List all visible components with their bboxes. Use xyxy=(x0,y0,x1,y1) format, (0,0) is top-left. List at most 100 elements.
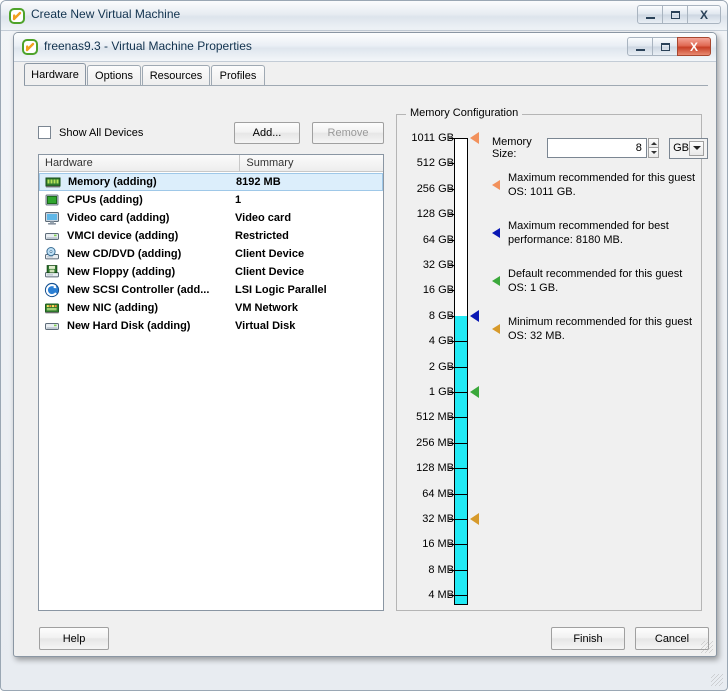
content-area: Show All Devices Add... Remove Hardware … xyxy=(24,86,708,619)
spinner-up-button[interactable] xyxy=(647,138,660,148)
floppy-drive-icon xyxy=(44,264,60,280)
hardware-device-summary: 8192 MB xyxy=(236,176,281,188)
tab-options[interactable]: Options xyxy=(87,65,141,85)
inner-window-title: freenas9.3 - Virtual Machine Properties xyxy=(44,39,252,53)
scale-tick xyxy=(449,239,455,241)
hardware-device-summary: Client Device xyxy=(235,248,305,260)
inner-close-button[interactable]: X xyxy=(677,37,711,56)
table-row[interactable]: New NIC (adding) VM Network xyxy=(39,299,383,317)
cancel-button[interactable]: Cancel xyxy=(635,627,709,650)
tab-profiles[interactable]: Profiles xyxy=(211,65,265,85)
memory-size-input[interactable] xyxy=(546,138,647,158)
outer-resize-grip[interactable] xyxy=(711,674,723,686)
table-row[interactable]: CPUs (adding) 1 xyxy=(39,191,383,209)
table-row[interactable]: New Floppy (adding) Client Device xyxy=(39,263,383,281)
create-new-virtual-machine-window: Create New Virtual Machine X freenas9.3 … xyxy=(0,0,728,691)
outer-close-button[interactable]: X xyxy=(687,5,721,24)
tab-hardware[interactable]: Hardware xyxy=(24,63,86,85)
recommendation-row: Maximum recommended for this guest OS: 1… xyxy=(492,171,698,199)
hardware-device-name: CPUs (adding) xyxy=(67,194,143,206)
table-row[interactable]: VMCI device (adding) Restricted xyxy=(39,227,383,245)
close-icon: X xyxy=(699,7,708,22)
tab-label: Hardware xyxy=(31,68,79,81)
hardware-device-summary: Virtual Disk xyxy=(235,320,296,332)
scale-gridline xyxy=(455,417,467,419)
tab-label: Options xyxy=(95,69,133,82)
hardware-list-rows: Memory (adding) 8192 MB CPUs (adding) 1 Vide… xyxy=(39,173,383,335)
memory-size-row: Memory Size: GB xyxy=(492,136,708,160)
spinner-down-button[interactable] xyxy=(647,148,660,158)
hard-disk-icon xyxy=(44,318,60,334)
scale-tick-label: 1011 GB xyxy=(411,132,454,144)
help-button[interactable]: Help xyxy=(39,627,109,650)
default-recommended-marker[interactable] xyxy=(470,386,479,398)
outer-minimize-button[interactable] xyxy=(637,5,663,24)
outer-maximize-button[interactable] xyxy=(662,5,688,24)
memory-scale[interactable]: 1011 GB 512 GB 256 GB 128 GB 64 GB 32 GB 16 GB… xyxy=(396,126,492,606)
show-all-devices-checkbox[interactable] xyxy=(38,126,51,139)
hardware-device-summary: Client Device xyxy=(235,266,305,278)
table-row[interactable]: New SCSI Controller (add... LSI Logic Par… xyxy=(39,281,383,299)
remove-button: Remove xyxy=(312,122,384,144)
scale-gridline xyxy=(455,493,467,495)
inner-minimize-button[interactable] xyxy=(627,37,653,56)
recommendation-text: Minimum recommended for this guest OS: 3… xyxy=(508,316,693,342)
recommendation-marker-icon xyxy=(492,276,500,286)
scale-gridline xyxy=(455,544,467,546)
scale-tick xyxy=(449,163,455,165)
minimum-recommended-marker[interactable] xyxy=(470,513,479,525)
table-row[interactable]: New Hard Disk (adding) Virtual Disk xyxy=(39,317,383,335)
recommendation-marker-icon xyxy=(492,180,500,190)
scale-gridline xyxy=(455,442,467,444)
scale-tick xyxy=(449,265,455,266)
inner-title-bar[interactable]: freenas9.3 - Virtual Machine Properties … xyxy=(14,33,716,62)
hardware-list-panel[interactable]: Hardware Summary Memory (adding) 8192 MB C… xyxy=(38,154,384,611)
dialog-button-bar: Help Finish Cancel xyxy=(15,619,717,657)
scale-tick xyxy=(449,214,455,216)
memory-size-spinner[interactable] xyxy=(647,138,660,158)
recommendation-marker-icon xyxy=(492,324,500,334)
tab-resources[interactable]: Resources xyxy=(142,65,210,85)
scale-gridline xyxy=(455,595,467,597)
table-row[interactable]: Video card (adding) Video card xyxy=(39,209,383,227)
recommendation-row: Maximum recommended for best performance… xyxy=(492,219,698,247)
scale-tick xyxy=(449,188,455,190)
cpu-chip-icon xyxy=(44,192,60,208)
show-all-devices-row[interactable]: Show All Devices xyxy=(38,126,143,139)
best-performance-marker[interactable] xyxy=(470,309,479,322)
memory-size-label: Memory Size: xyxy=(492,136,532,160)
outer-title-bar[interactable]: Create New Virtual Machine X xyxy=(1,1,727,31)
chevron-down-icon[interactable] xyxy=(689,140,704,156)
tab-strip: Hardware Options Resources Profiles xyxy=(24,63,708,85)
scale-tick xyxy=(449,315,455,317)
tab-label: Resources xyxy=(149,69,203,82)
scale-gridline xyxy=(455,569,467,571)
outer-window-controls: X xyxy=(637,5,721,24)
inner-window-controls: X xyxy=(627,37,711,56)
hardware-device-summary: Video card xyxy=(235,212,292,224)
add-button[interactable]: Add... xyxy=(234,122,300,144)
inner-maximize-button[interactable] xyxy=(652,37,678,56)
table-row[interactable]: New CD/DVD (adding) Client Device xyxy=(39,245,383,263)
scale-tick xyxy=(449,138,455,139)
hardware-device-name: Video card (adding) xyxy=(67,212,170,224)
memory-scale-fill xyxy=(455,315,467,605)
chevron-up-icon xyxy=(650,141,657,145)
table-row[interactable]: Memory (adding) 8192 MB xyxy=(39,173,383,191)
memory-unit-dropdown[interactable]: GB xyxy=(669,137,708,159)
device-card-icon xyxy=(44,228,60,244)
finish-button[interactable]: Finish xyxy=(551,627,625,650)
recommendation-text: Default recommended for this guest OS: 1… xyxy=(508,268,683,294)
monitor-icon xyxy=(44,210,60,226)
column-header-summary[interactable]: Summary xyxy=(240,155,383,172)
outer-window-title: Create New Virtual Machine xyxy=(31,7,181,21)
scale-gridline xyxy=(455,519,467,520)
hardware-list-header: Hardware Summary xyxy=(39,155,383,172)
max-guest-os-marker[interactable] xyxy=(470,132,479,144)
inner-resize-grip[interactable] xyxy=(701,641,713,653)
cd-dvd-drive-icon xyxy=(44,246,60,262)
network-card-icon xyxy=(44,300,60,316)
scale-gridline xyxy=(455,392,467,393)
hardware-device-summary: LSI Logic Parallel xyxy=(235,284,327,296)
column-header-hardware[interactable]: Hardware xyxy=(39,155,241,172)
